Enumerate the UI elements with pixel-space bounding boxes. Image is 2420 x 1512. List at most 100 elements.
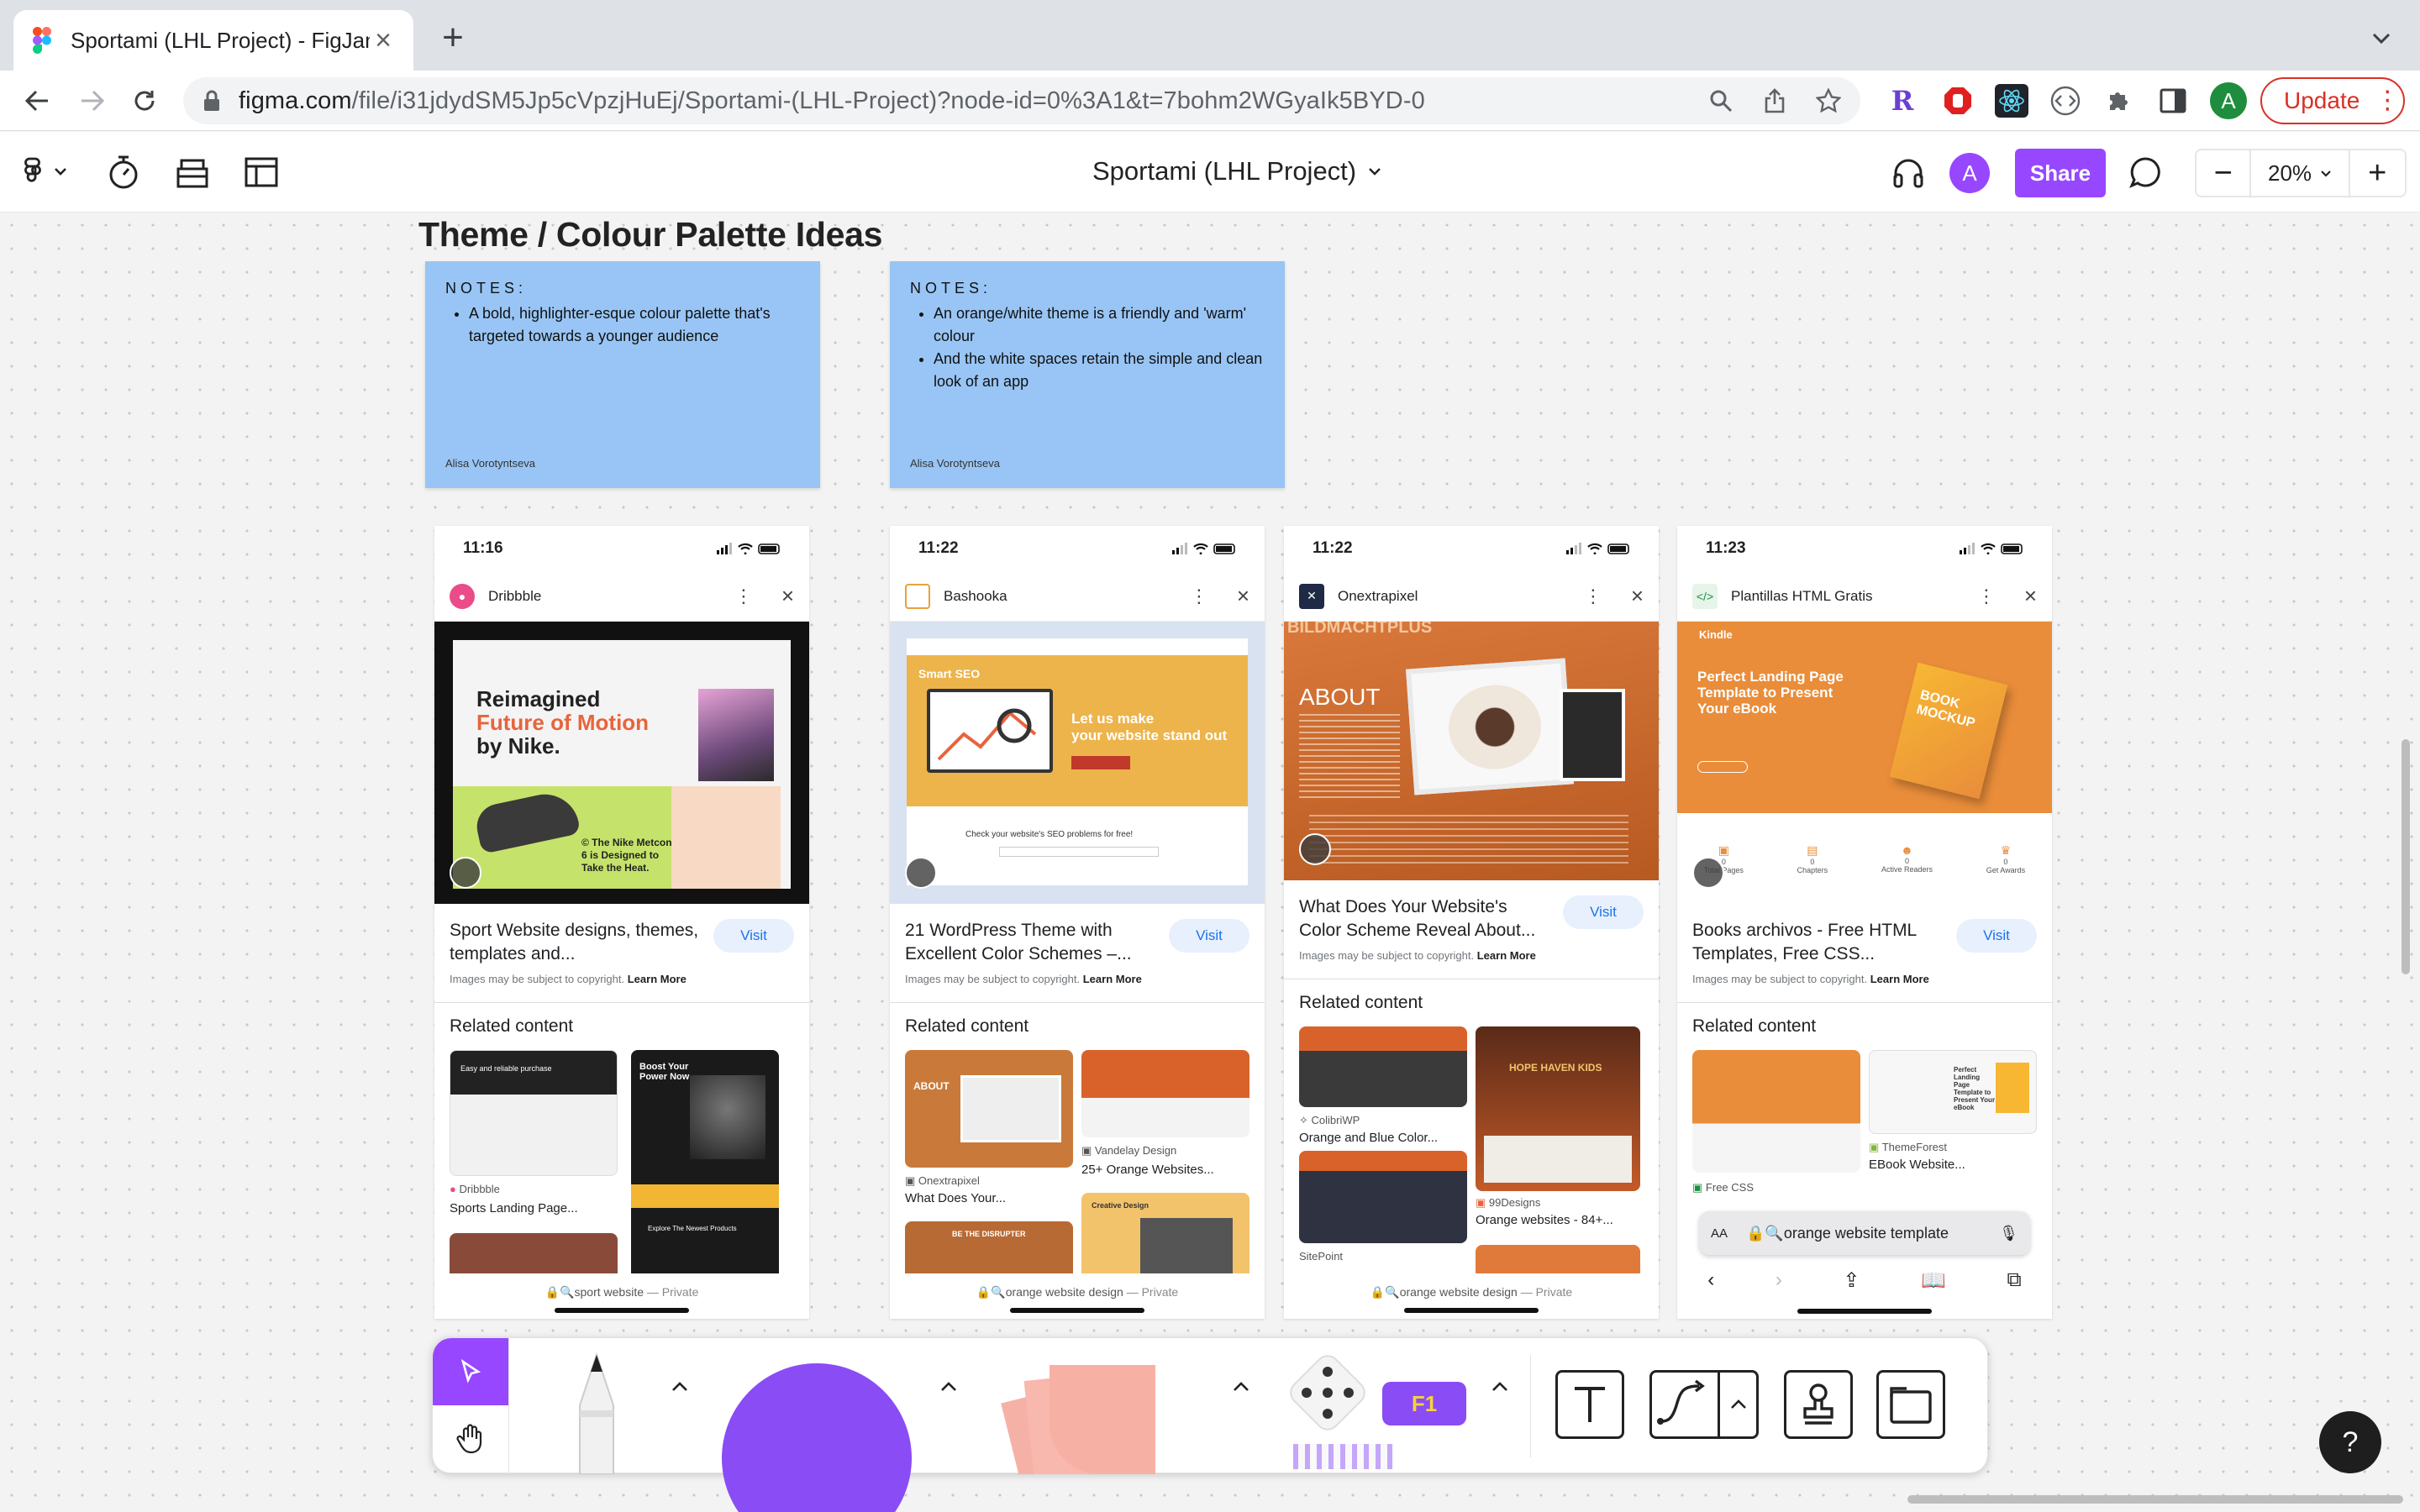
- help-button[interactable]: ?: [2319, 1411, 2381, 1473]
- timer-icon[interactable]: [103, 151, 145, 193]
- status-bar: 11:22: [890, 526, 1265, 571]
- related-grid: ABOUT ▣ Onextrapixel What Does Your... ▣…: [905, 1050, 1249, 1285]
- reader-aa-button: AA: [1711, 1226, 1728, 1241]
- hero-footer-text: [1309, 815, 1628, 865]
- hero-image: Kindle Perfect Landing Page Template to …: [1677, 622, 2052, 904]
- phone-screenshot[interactable]: 11:16 ● Dribbble ⋮ × Reimagined Future o…: [434, 526, 809, 1319]
- related-tile: Easy and reliable purchase: [450, 1050, 618, 1176]
- widget-badge[interactable]: F1: [1382, 1382, 1466, 1425]
- address-query: 🔒🔍orange website template: [1746, 1224, 1949, 1242]
- search-query: 🔒🔍orange website design — Private: [1370, 1285, 1573, 1299]
- phone-screenshot[interactable]: 11:22 Bashooka ⋮ × Smart SEO Let us make…: [890, 526, 1265, 1319]
- search-icon[interactable]: [1706, 86, 1736, 116]
- reload-icon[interactable]: [128, 84, 161, 118]
- r-extension-icon[interactable]: R: [1886, 84, 1919, 118]
- address-bar[interactable]: figma.com/file/i31jdydSM5Jp5cVpzjHuEj/Sp…: [183, 77, 1860, 124]
- stop-extension-icon[interactable]: [1941, 84, 1975, 118]
- new-tab-plus-icon[interactable]: +: [437, 17, 469, 58]
- comment-icon[interactable]: [2124, 151, 2166, 193]
- zoom-in-button[interactable]: +: [2350, 150, 2405, 196]
- browser-tab[interactable]: Sportami (LHL Project) - FigJam ×: [13, 10, 413, 71]
- bookmark-star-icon[interactable]: [1813, 86, 1844, 116]
- caption-row: Books archivos - Free HTML Templates, Fr…: [1677, 904, 2052, 973]
- sticky-bullet: A bold, highlighter-esque colour palette…: [469, 302, 800, 348]
- sticky-author: Alisa Vorotyntseva: [910, 457, 1000, 470]
- result-title: 21 WordPress Theme with Excellent Color …: [905, 921, 1132, 963]
- source-name: Plantillas HTML Gratis: [1731, 587, 1873, 604]
- related-tile: Perfect Landing Page Template to Present…: [1869, 1050, 2037, 1134]
- puzzle-extensions-icon[interactable]: [2102, 84, 2136, 118]
- move-tool-cursor-icon[interactable]: [433, 1338, 508, 1405]
- hero-subtext: Check your website's SEO problems for fr…: [965, 830, 1134, 839]
- related-source: ▣ ThemeForest: [1869, 1141, 1947, 1153]
- zoom-out-button[interactable]: −: [2196, 150, 2252, 196]
- stamp-tool-icon[interactable]: [1784, 1370, 1853, 1439]
- tab-search-chevron-icon[interactable]: [2366, 24, 2396, 54]
- chevron-up-icon[interactable]: [934, 1372, 964, 1402]
- hero-headline: Reimagined Future of Motion by Nike.: [476, 687, 649, 758]
- text-tool-icon[interactable]: [1555, 1370, 1624, 1439]
- connector-tool-icon[interactable]: [1649, 1370, 1720, 1439]
- phone-screenshot[interactable]: 11:22 ✕ Onextrapixel ⋮ × BILDMACHTPLUS A…: [1284, 526, 1659, 1319]
- related-caption: Sports Landing Page...: [450, 1201, 578, 1215]
- dock-divider: [508, 1338, 509, 1474]
- sticky-note[interactable]: NOTES: A bold, highlighter-esque colour …: [425, 261, 820, 488]
- react-devtools-icon[interactable]: [1995, 84, 2028, 118]
- vertical-scrollbar[interactable]: [2402, 739, 2410, 974]
- copyright-note: Images may be subject to copyright. Lear…: [1677, 973, 2052, 1003]
- hero-cta: [1697, 761, 1748, 773]
- hero-logo: Smart SEO: [918, 667, 981, 680]
- sticky-bullets: A bold, highlighter-esque colour palette…: [445, 302, 800, 348]
- dice-widget-icon[interactable]: [1290, 1355, 1365, 1431]
- figma-main-menu-icon[interactable]: [18, 151, 74, 193]
- hero-stats: ▣0Total Pages ▤0Chapters ☻0Active Reader…: [1704, 843, 2026, 874]
- chevron-up-icon[interactable]: [1226, 1372, 1256, 1402]
- collaborator-avatar[interactable]: A: [1949, 153, 1990, 193]
- share-button[interactable]: Share: [2015, 149, 2106, 197]
- headphones-audio-icon[interactable]: [1887, 151, 1929, 193]
- horizontal-scrollbar[interactable]: [1907, 1495, 2403, 1504]
- safari-search-bar: 🔒🔍sport website — Private: [434, 1273, 809, 1319]
- hero-line: by Nike.: [476, 733, 560, 759]
- copyright-note: Images may be subject to copyright. Lear…: [1284, 949, 1659, 979]
- home-indicator: [1010, 1308, 1144, 1313]
- related-tile: ABOUT: [905, 1050, 1073, 1168]
- copyright-note: Images may be subject to copyright. Lear…: [434, 973, 809, 1003]
- sticky-label: NOTES:: [910, 280, 992, 297]
- back-arrow-icon[interactable]: [20, 84, 54, 118]
- library-resources-icon[interactable]: [171, 151, 213, 193]
- hero-image: Smart SEO Let us make your website stand…: [890, 622, 1265, 904]
- lock-icon[interactable]: [200, 89, 224, 113]
- share-page-icon[interactable]: [1760, 86, 1790, 116]
- forward-arrow-icon[interactable]: [76, 84, 109, 118]
- related-source: ● Dribbble: [450, 1183, 500, 1195]
- side-panel-icon[interactable]: [2156, 84, 2190, 118]
- tab-title: Sportami (LHL Project) - FigJam: [71, 27, 370, 53]
- bashooka-icon: [905, 583, 930, 609]
- source-row: ✕ Onextrapixel ⋮ ×: [1284, 571, 1659, 622]
- file-title[interactable]: Sportami (LHL Project): [1092, 156, 1381, 186]
- profile-avatar[interactable]: A: [2210, 82, 2247, 119]
- zoom-level-dropdown[interactable]: 20%: [2251, 150, 2350, 196]
- related-tile: [1692, 1050, 1860, 1173]
- code-extension-icon[interactable]: [2049, 84, 2082, 118]
- hero-subtext: © The Nike Metcon 6 is Designed to Take …: [581, 837, 672, 874]
- marker-pen-tool-icon[interactable]: [559, 1338, 634, 1474]
- onextrapixel-icon: ✕: [1299, 583, 1324, 609]
- sticky-note[interactable]: NOTES: An orange/white theme is a friend…: [890, 261, 1285, 488]
- chevron-up-icon[interactable]: [1720, 1370, 1759, 1439]
- sticky-note-tool-icon[interactable]: [987, 1355, 1155, 1474]
- phone-screenshot[interactable]: 11:23 </> Plantillas HTML Gratis ⋮ × Kin…: [1677, 526, 2052, 1319]
- related-tile: HOPE HAVEN KIDS: [1476, 1026, 1640, 1191]
- dock-divider: [1530, 1355, 1531, 1457]
- update-button[interactable]: Update ⋮: [2260, 77, 2405, 124]
- section-tool-icon[interactable]: [1876, 1370, 1945, 1439]
- hand-tool-icon[interactable]: [433, 1405, 508, 1473]
- hero-logo: BILDMACHTPLUS: [1287, 622, 1433, 637]
- templates-layout-icon[interactable]: [240, 151, 282, 193]
- shape-tool-circle-icon[interactable]: [722, 1363, 912, 1512]
- tab-close-icon[interactable]: ×: [370, 24, 397, 56]
- chevron-up-icon[interactable]: [665, 1372, 695, 1402]
- chevron-up-icon[interactable]: [1485, 1372, 1515, 1402]
- lens-icon: [1299, 833, 1331, 865]
